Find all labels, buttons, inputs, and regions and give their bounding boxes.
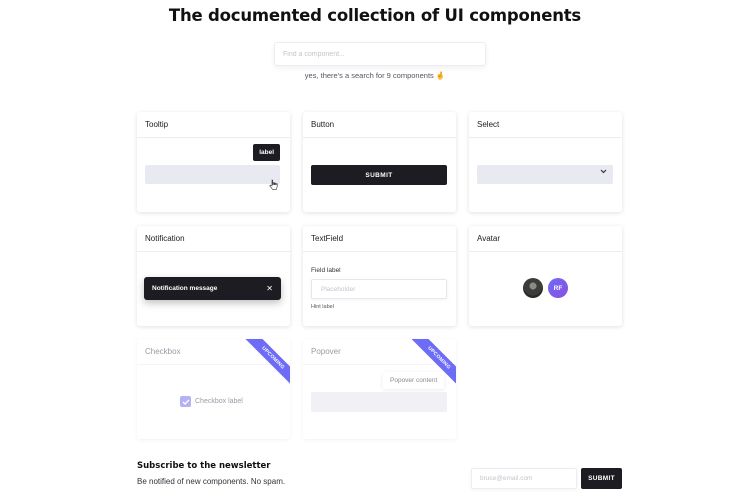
tooltip-target-field[interactable] [145, 165, 280, 184]
search-input[interactable] [283, 50, 477, 58]
checkbox-label: Checkbox label [195, 398, 243, 405]
checkbox-checked[interactable] [180, 396, 191, 407]
card-title: TextField [303, 226, 456, 252]
card-avatar[interactable]: Avatar RF [469, 226, 622, 326]
card-tooltip[interactable]: Tooltip label [137, 112, 290, 212]
card-notification[interactable]: Notification Notification message ✕ [137, 226, 290, 326]
card-title: Notification [137, 226, 290, 252]
pointer-cursor-icon [269, 179, 278, 192]
card-checkbox[interactable]: Checkbox UPCOMING Checkbox label [137, 339, 290, 439]
card-select[interactable]: Select [469, 112, 622, 212]
avatar-initials: RF [548, 278, 568, 298]
chevron-down-icon [600, 169, 607, 176]
submit-button[interactable]: SUBMIT [311, 165, 447, 185]
tooltip-label: label [253, 144, 280, 161]
card-title: Avatar [469, 226, 622, 252]
select-dropdown[interactable] [477, 165, 613, 184]
component-search[interactable] [274, 42, 486, 66]
notification-toast: Notification message ✕ [144, 277, 281, 300]
card-button[interactable]: Button SUBMIT [303, 112, 456, 212]
page-title: The documented collection of UI componen… [168, 6, 582, 25]
text-input[interactable]: Placeholder [311, 279, 447, 299]
card-popover[interactable]: Popover UPCOMING Popover content [303, 339, 456, 439]
newsletter-submit-button[interactable]: SUBMIT [581, 468, 622, 489]
notification-message: Notification message [152, 285, 218, 292]
email-input[interactable] [480, 475, 568, 482]
card-title: Button [303, 112, 456, 138]
popover-trigger-field[interactable] [311, 392, 447, 412]
newsletter-email-field[interactable] [471, 468, 577, 489]
hint-label: Hint label [311, 304, 334, 310]
newsletter-subtitle: Be notified of new components. No spam. [137, 477, 286, 486]
popover-content: Popover content [383, 372, 445, 389]
avatar-photo [523, 278, 543, 298]
card-title: Select [469, 112, 622, 138]
card-textfield[interactable]: TextField Field label Placeholder Hint l… [303, 226, 456, 326]
search-note: yes, there's a search for 9 components 🤞 [304, 71, 446, 80]
newsletter-title: Subscribe to the newsletter [137, 461, 271, 471]
close-icon[interactable]: ✕ [266, 284, 273, 293]
card-title: Tooltip [137, 112, 290, 138]
field-label: Field label [311, 267, 341, 274]
